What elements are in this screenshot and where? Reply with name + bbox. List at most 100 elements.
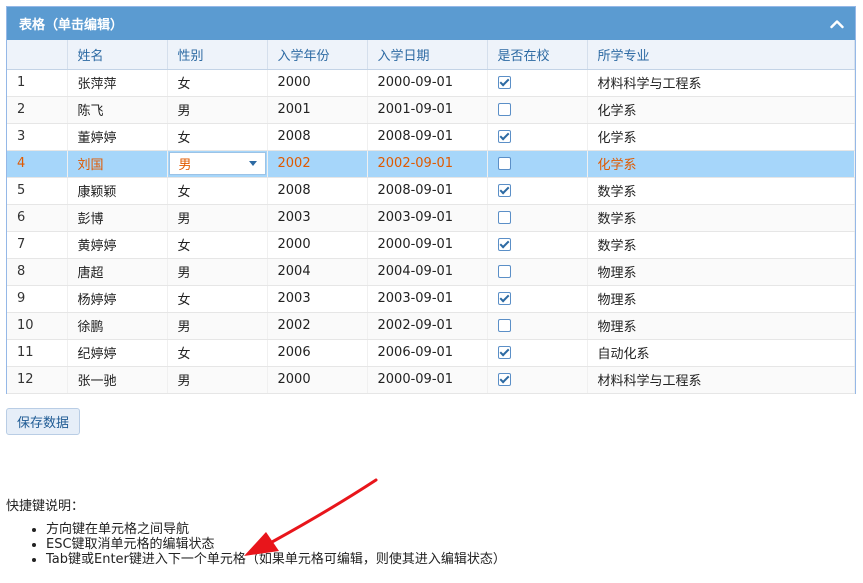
column-header-gender[interactable]: 性别 [167,40,268,70]
enrolled-cell[interactable] [487,96,588,124]
date-cell[interactable]: 2001-09-01 [367,96,488,124]
date-cell[interactable]: 2003-09-01 [367,285,488,313]
column-header-enrolled[interactable]: 是否在校 [487,40,588,70]
enrolled-cell[interactable] [487,285,588,313]
table-row[interactable]: 10 徐鹏男 2002 2002-09-01 物理系 [7,312,855,340]
year-cell[interactable]: 2008 [267,123,368,151]
checked-checkbox-icon[interactable] [497,76,511,89]
name-cell[interactable]: 董婷婷 [67,123,168,151]
major-cell[interactable]: 数学系 [587,231,855,259]
year-cell[interactable]: 2003 [267,204,368,232]
year-cell[interactable]: 2004 [267,258,368,286]
enrolled-cell[interactable] [487,177,588,205]
name-cell[interactable]: 陈飞 [67,96,168,124]
year-cell[interactable]: 2000 [267,231,368,259]
column-header-major[interactable]: 所学专业 [587,40,855,70]
gender-cell[interactable]: 男 [167,366,268,394]
major-cell[interactable]: 数学系 [587,177,855,205]
name-cell[interactable]: 徐鹏 [67,312,168,340]
year-cell[interactable]: 2002 [267,312,368,340]
table-row[interactable]: 6 彭博男 2003 2003-09-01 数学系 [7,204,855,232]
unchecked-checkbox-icon[interactable] [497,319,511,332]
enrolled-cell[interactable] [487,339,588,367]
date-cell[interactable]: 2002-09-01 [367,150,488,178]
date-cell[interactable]: 2000-09-01 [367,366,488,394]
dropdown-arrow-icon[interactable] [248,161,257,166]
name-cell[interactable]: 唐超 [67,258,168,286]
enrolled-cell[interactable] [487,312,588,340]
table-row[interactable]: 4 刘国男 2002 2002-09-01 化学系 [7,150,855,178]
year-cell[interactable]: 2000 [267,69,368,97]
checked-checkbox-icon[interactable] [497,184,511,197]
enrolled-cell[interactable] [487,123,588,151]
year-cell[interactable]: 2002 [267,150,368,178]
table-row[interactable]: 12 张一驰男 2000 2000-09-01 材料科学与工程系 [7,366,855,394]
column-header-year[interactable]: 入学年份 [267,40,368,70]
unchecked-checkbox-icon[interactable] [497,211,511,224]
table-row[interactable]: 2 陈飞男 2001 2001-09-01 化学系 [7,96,855,124]
major-cell[interactable]: 化学系 [587,123,855,151]
date-cell[interactable]: 2000-09-01 [367,69,488,97]
major-cell[interactable]: 物理系 [587,312,855,340]
table-row[interactable]: 9 杨婷婷女 2003 2003-09-01 物理系 [7,285,855,313]
name-cell[interactable]: 黄婷婷 [67,231,168,259]
table-row[interactable]: 11 纪婷婷女 2006 2006-09-01 自动化系 [7,339,855,367]
year-cell[interactable]: 2000 [267,366,368,394]
gender-cell[interactable]: 男 [167,312,268,340]
name-cell[interactable]: 杨婷婷 [67,285,168,313]
gender-cell[interactable]: 女 [167,69,268,97]
name-cell[interactable]: 张一驰 [67,366,168,394]
checked-checkbox-icon[interactable] [497,292,511,305]
save-data-button[interactable]: 保存数据 [6,408,80,435]
major-cell[interactable]: 自动化系 [587,339,855,367]
enrolled-cell[interactable] [487,150,588,178]
table-row[interactable]: 5 康颖颖女 2008 2008-09-01 数学系 [7,177,855,205]
checked-checkbox-icon[interactable] [497,238,511,251]
unchecked-checkbox-icon[interactable] [497,157,511,170]
gender-cell[interactable]: 女 [167,339,268,367]
checked-checkbox-icon[interactable] [497,130,511,143]
date-cell[interactable]: 2004-09-01 [367,258,488,286]
checked-checkbox-icon[interactable] [497,373,511,386]
name-cell[interactable]: 张萍萍 [67,69,168,97]
major-cell[interactable]: 化学系 [587,96,855,124]
enrolled-cell[interactable] [487,366,588,394]
enrolled-cell[interactable] [487,258,588,286]
major-cell[interactable]: 数学系 [587,204,855,232]
date-cell[interactable]: 2008-09-01 [367,123,488,151]
gender-cell[interactable]: 男 [167,150,268,178]
gender-cell[interactable]: 女 [167,123,268,151]
year-cell[interactable]: 2003 [267,285,368,313]
date-cell[interactable]: 2003-09-01 [367,204,488,232]
enrolled-cell[interactable] [487,69,588,97]
gender-cell[interactable]: 女 [167,231,268,259]
date-cell[interactable]: 2006-09-01 [367,339,488,367]
unchecked-checkbox-icon[interactable] [497,103,511,116]
enrolled-cell[interactable] [487,204,588,232]
table-row[interactable]: 3 董婷婷女 2008 2008-09-01 化学系 [7,123,855,151]
enrolled-cell[interactable] [487,231,588,259]
unchecked-checkbox-icon[interactable] [497,265,511,278]
date-cell[interactable]: 2000-09-01 [367,231,488,259]
major-cell[interactable]: 材料科学与工程系 [587,366,855,394]
gender-cell[interactable]: 男 [167,96,268,124]
name-cell[interactable]: 康颖颖 [67,177,168,205]
table-row[interactable]: 7 黄婷婷女 2000 2000-09-01 数学系 [7,231,855,259]
major-cell[interactable]: 物理系 [587,258,855,286]
gender-cell[interactable]: 女 [167,285,268,313]
gender-combobox[interactable]: 男 [168,152,266,175]
chevron-up-icon[interactable] [829,16,845,32]
year-cell[interactable]: 2001 [267,96,368,124]
major-cell[interactable]: 化学系 [587,150,855,178]
column-header-name[interactable]: 姓名 [67,40,168,70]
year-cell[interactable]: 2008 [267,177,368,205]
name-cell[interactable]: 纪婷婷 [67,339,168,367]
table-row[interactable]: 1 张萍萍女 2000 2000-09-01 材料科学与工程系 [7,69,855,97]
column-header-date[interactable]: 入学日期 [367,40,488,70]
date-cell[interactable]: 2002-09-01 [367,312,488,340]
gender-cell[interactable]: 女 [167,177,268,205]
name-cell[interactable]: 彭博 [67,204,168,232]
checked-checkbox-icon[interactable] [497,346,511,359]
table-row[interactable]: 8 唐超男 2004 2004-09-01 物理系 [7,258,855,286]
major-cell[interactable]: 物理系 [587,285,855,313]
